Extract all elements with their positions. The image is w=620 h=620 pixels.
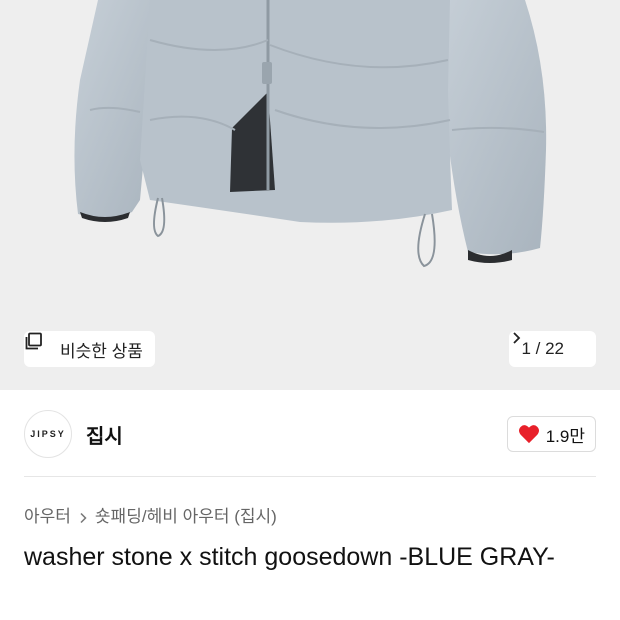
breadcrumb-item-outer[interactable]: 아우터	[24, 502, 71, 527]
image-pager[interactable]: 1 / 22	[509, 331, 596, 367]
similar-products-button[interactable]: 비슷한 상품	[24, 331, 155, 367]
similar-products-label: 비슷한 상품	[60, 341, 143, 361]
breadcrumb: 아우터 숏패딩/헤비 아우터 (집시)	[24, 502, 277, 527]
divider	[24, 476, 596, 477]
similar-items-icon	[25, 332, 54, 359]
brand-logo[interactable]: JIPSY	[24, 410, 72, 458]
chevron-right-icon	[77, 509, 89, 523]
heart-icon	[518, 425, 539, 444]
brand-name[interactable]: 집시	[86, 420, 123, 449]
brand-logo-text: JIPSY	[30, 429, 66, 439]
brand-row: JIPSY 집시 1.9만	[24, 410, 596, 458]
like-count: 1.9만	[545, 426, 585, 446]
chevron-right-icon	[513, 332, 586, 356]
product-image[interactable]: 비슷한 상품 1 / 22	[0, 0, 620, 390]
like-button[interactable]: 1.9만	[506, 416, 596, 452]
breadcrumb-item-category[interactable]: 숏패딩/헤비 아우터 (집시)	[95, 502, 277, 527]
product-title: washer stone x stitch goosedown -BLUE GR…	[24, 543, 555, 571]
pager-text: 1 / 22	[521, 339, 564, 358]
